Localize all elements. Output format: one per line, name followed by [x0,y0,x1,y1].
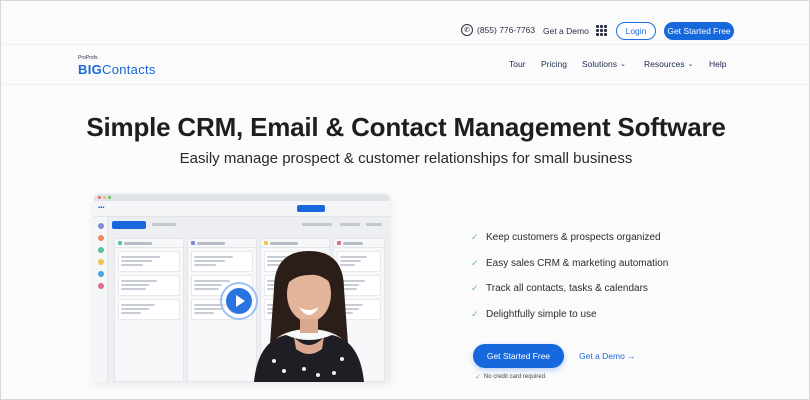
logo-proprofs-text: ProProfs [78,55,98,61]
product-video[interactable]: ▪▪▪ [94,194,390,382]
main-navbar: ProProfs BIGContacts Tour Pricing Soluti… [1,45,809,85]
feature-label: Track all contacts, tasks & calendars [486,283,648,295]
grid-icon[interactable] [596,25,607,36]
video-window-titlebar [94,194,390,201]
nav-pricing-label: Pricing [541,59,567,69]
chevron-down-icon: ⌄ [619,61,626,68]
check-icon: ✓ [471,232,479,243]
chevron-down-icon: ⌄ [687,61,694,68]
nav-resources[interactable]: Resources ⌄ [644,59,694,69]
play-icon [226,288,252,314]
login-button[interactable]: Login [616,22,656,40]
get-started-free-button-top[interactable]: Get Started Free [664,22,734,40]
get-started-free-button[interactable]: Get Started Free [473,344,564,368]
phone-link[interactable]: ✆ (855) 776-7763 [461,24,535,36]
get-demo-link[interactable]: Get a Demo → [579,351,636,361]
feature-item: ✓ Delightfully simple to use [471,302,668,328]
presenter-image [254,251,364,382]
nav-resources-label: Resources [644,59,685,69]
feature-label: Delightfully simple to use [486,308,597,320]
video-app-header: ▪▪▪ [94,201,390,217]
phone-icon: ✆ [461,24,473,36]
check-icon: ✓ [471,257,479,268]
hero-subtitle: Easily manage prospect & customer relati… [179,150,633,167]
get-demo-link-top[interactable]: Get a Demo [543,26,589,36]
check-icon: ✓ [471,283,479,294]
top-utility-bar: ✆ (855) 776-7763 Get a Demo Login Get St… [1,1,809,45]
page-frame: ✆ (855) 776-7763 Get a Demo Login Get St… [0,0,810,400]
nav-help[interactable]: Help [709,59,726,69]
no-credit-card-note: ✓ No credit card required. [475,373,547,381]
feature-label: Keep customers & prospects organized [486,232,661,244]
video-app-logo: ▪▪▪ [98,205,105,211]
bigcontacts-logo[interactable]: ProProfs BIGContacts [78,56,156,79]
video-app-sidebar [94,217,108,382]
feature-label: Easy sales CRM & marketing automation [486,257,669,269]
nav-tour[interactable]: Tour [509,59,526,69]
video-app-toolbar [112,221,382,229]
feature-item: ✓ Easy sales CRM & marketing automation [471,251,668,277]
play-button[interactable] [220,282,258,320]
nav-help-label: Help [709,59,727,69]
feature-item: ✓ Keep customers & prospects organized [471,225,668,251]
nav-tour-label: Tour [509,59,526,69]
logo-big-text: BIG [78,62,103,77]
check-icon: ✓ [475,374,481,381]
check-icon: ✓ [471,308,479,319]
feature-list: ✓ Keep customers & prospects organized ✓… [471,225,668,327]
logo-contacts-text: Contacts [102,62,156,77]
nav-pricing[interactable]: Pricing [541,59,567,69]
no-credit-card-text: No credit card required. [483,374,547,380]
feature-item: ✓ Track all contacts, tasks & calendars [471,276,668,302]
phone-number: (855) 776-7763 [477,25,536,35]
video-pipeline-column [114,238,184,382]
nav-solutions[interactable]: Solutions ⌄ [582,59,626,69]
hero-title: Simple CRM, Email & Contact Management S… [86,112,726,142]
nav-solutions-label: Solutions [582,59,617,69]
